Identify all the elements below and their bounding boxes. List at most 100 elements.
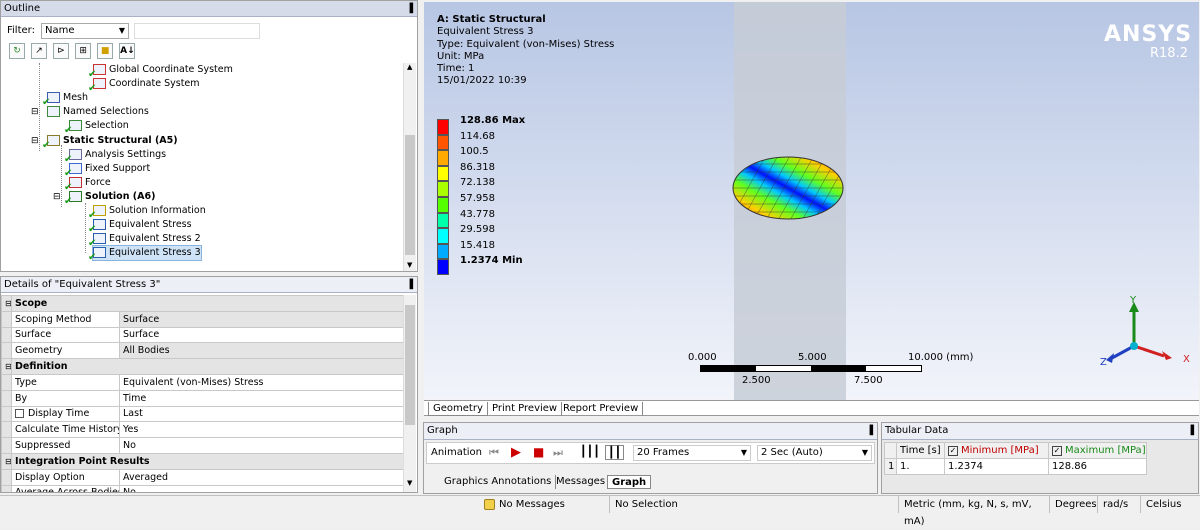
- details-value[interactable]: Yes: [119, 421, 404, 439]
- tab-print-preview[interactable]: Print Preview: [488, 402, 563, 416]
- legend-swatch: [437, 181, 449, 197]
- cell-minimum[interactable]: 1.2374: [944, 457, 1049, 475]
- tab-report-preview[interactable]: Report Preview: [559, 402, 644, 416]
- stop-icon[interactable]: ■: [533, 445, 544, 459]
- details-scrollbar[interactable]: ▼: [403, 295, 416, 492]
- outline-scrollbar[interactable]: ▲ ▼: [403, 63, 416, 271]
- table-row[interactable]: 1 1. 1.2374 128.86: [884, 457, 1147, 475]
- collapse-toggle-icon[interactable]: ⊟: [1, 452, 12, 470]
- filter-input[interactable]: [134, 23, 260, 39]
- tree-item[interactable]: ✔ Equivalent Stress: [88, 218, 192, 235]
- details-section-label: Scope: [11, 295, 404, 312]
- status-angle-units[interactable]: Degrees: [1051, 496, 1098, 513]
- cell-maximum[interactable]: 128.86: [1048, 457, 1147, 475]
- scroll-down-icon[interactable]: ▼: [407, 479, 412, 487]
- filter-select[interactable]: Name ▼: [41, 23, 129, 39]
- details-value[interactable]: Equivalent (von-Mises) Stress: [119, 373, 404, 391]
- frames-select[interactable]: 20 Frames ▼: [633, 445, 751, 461]
- status-units[interactable]: Metric (mm, kg, N, s, mV, mA): [900, 496, 1050, 527]
- details-row[interactable]: Average Across Bodies No: [1, 484, 404, 492]
- pin-icon[interactable]: ▐: [406, 1, 413, 17]
- tree-item[interactable]: ✔ Solution Information: [88, 204, 206, 221]
- details-value[interactable]: Averaged: [119, 468, 404, 486]
- details-row[interactable]: Suppressed No: [1, 437, 404, 454]
- stress-contour-surface[interactable]: [730, 152, 846, 224]
- collapse-toggle-icon[interactable]: ⊟: [1, 295, 12, 312]
- expand-icon[interactable]: ↗: [31, 43, 48, 59]
- details-row[interactable]: Display Time Last: [1, 405, 404, 423]
- viewport-tabbar: Geometry Print Preview Report Preview: [424, 400, 1199, 416]
- result-frames-icon[interactable]: ┃┃: [605, 445, 625, 460]
- tree-item[interactable]: ✔ Solution (A6) ⊟: [53, 190, 156, 207]
- tree-item[interactable]: ✔ Coordinate System: [88, 77, 200, 94]
- play-icon[interactable]: ▶: [511, 445, 521, 460]
- folder-icon[interactable]: ■: [97, 43, 114, 59]
- details-row[interactable]: Geometry All Bodies: [1, 342, 404, 360]
- refresh-icon[interactable]: ↻: [9, 43, 25, 59]
- tree-item[interactable]: ✔ Analysis Settings: [64, 148, 166, 165]
- scroll-thumb[interactable]: [405, 135, 415, 255]
- collapse-toggle-icon[interactable]: ⊟: [31, 134, 39, 148]
- details-row[interactable]: Display Option Averaged: [1, 468, 404, 486]
- details-value[interactable]: Last: [119, 405, 404, 423]
- details-value[interactable]: Surface: [119, 326, 404, 344]
- checkbox-checked-icon[interactable]: ✓: [1052, 445, 1062, 456]
- details-section-row[interactable]: ⊟ Integration Point Results: [1, 452, 404, 470]
- collapse-all-icon[interactable]: ⊞: [75, 43, 92, 59]
- col-header-time[interactable]: Time [s]: [896, 442, 945, 459]
- status-rate-units[interactable]: rad/s: [1099, 496, 1141, 513]
- details-row[interactable]: Scoping Method Surface: [1, 310, 404, 328]
- details-value[interactable]: No: [119, 484, 404, 492]
- details-key: Surface: [11, 326, 120, 344]
- col-header-minimum[interactable]: ✓ Minimum [MPa]: [944, 442, 1049, 459]
- details-row[interactable]: Type Equivalent (von-Mises) Stress: [1, 373, 404, 391]
- tree-item[interactable]: Named Selections ⊟: [31, 105, 149, 119]
- details-row[interactable]: Calculate Time History Yes: [1, 421, 404, 439]
- scale-bar: [700, 365, 922, 372]
- scroll-up-icon[interactable]: ▲: [407, 63, 412, 71]
- status-temperature-units[interactable]: Celsius: [1142, 496, 1200, 513]
- tree-item[interactable]: ✔ Selection: [64, 119, 129, 136]
- details-value[interactable]: Time: [119, 389, 404, 407]
- tree-item[interactable]: ✔ Equivalent Stress 2: [88, 232, 201, 249]
- checkbox-unchecked-icon[interactable]: [15, 409, 24, 419]
- details-row[interactable]: Surface Surface: [1, 326, 404, 344]
- tree-item[interactable]: ✔ Static Structural (A5) ⊟: [31, 134, 178, 151]
- collapse-toggle-icon[interactable]: ⊟: [31, 105, 39, 119]
- details-section-row[interactable]: ⊟ Scope: [1, 295, 404, 312]
- scroll-thumb[interactable]: [405, 305, 415, 425]
- pin-icon[interactable]: ▐: [406, 277, 413, 293]
- pin-icon[interactable]: ▐: [866, 423, 873, 439]
- sort-icon[interactable]: A↓: [119, 43, 136, 59]
- graphics-viewport[interactable]: A: Static Structural Equivalent Stress 3…: [424, 2, 1199, 400]
- tree-item-label: Mesh: [63, 92, 89, 104]
- col-header-maximum[interactable]: ✓ Maximum [MPa]: [1048, 442, 1147, 459]
- tree-item[interactable]: ✔ Mesh: [42, 91, 89, 108]
- scroll-down-icon[interactable]: ▼: [407, 261, 412, 269]
- tree-item[interactable]: ✔ Global Coordinate System: [88, 63, 233, 80]
- duration-select[interactable]: 2 Sec (Auto) ▼: [757, 445, 872, 461]
- distributed-frames-icon[interactable]: ┃┃┃: [580, 445, 600, 458]
- details-value[interactable]: No: [119, 437, 404, 454]
- tree-item[interactable]: ✔ Equivalent Stress 3: [88, 245, 202, 263]
- details-section-row[interactable]: ⊟ Definition: [1, 358, 404, 375]
- tab-graph[interactable]: Graph: [607, 475, 652, 489]
- tab-geometry[interactable]: Geometry: [428, 402, 488, 416]
- details-value[interactable]: Surface: [119, 310, 404, 328]
- pin-icon[interactable]: ▐: [1187, 423, 1194, 439]
- details-row[interactable]: By Time: [1, 389, 404, 407]
- cell-time[interactable]: 1.: [896, 457, 945, 475]
- tree-item-label: Solution (A6): [85, 190, 156, 202]
- step-forward-icon[interactable]: ⏭: [553, 446, 563, 460]
- step-back-icon[interactable]: ⏮: [489, 446, 499, 460]
- tree-nav-icon[interactable]: ⊳: [53, 43, 70, 59]
- tab-graphics-annotations[interactable]: Graphics Annotations: [440, 475, 557, 489]
- status-messages[interactable]: No Messages: [480, 496, 610, 513]
- tab-messages[interactable]: Messages: [552, 475, 611, 489]
- collapse-toggle-icon[interactable]: ⊟: [53, 190, 61, 204]
- collapse-toggle-icon[interactable]: ⊟: [1, 358, 12, 375]
- tree-item[interactable]: ✔ Fixed Support: [64, 162, 150, 179]
- details-value[interactable]: All Bodies: [119, 342, 404, 360]
- checkbox-checked-icon[interactable]: ✓: [948, 445, 958, 456]
- tree-item[interactable]: ✔ Force: [64, 176, 111, 193]
